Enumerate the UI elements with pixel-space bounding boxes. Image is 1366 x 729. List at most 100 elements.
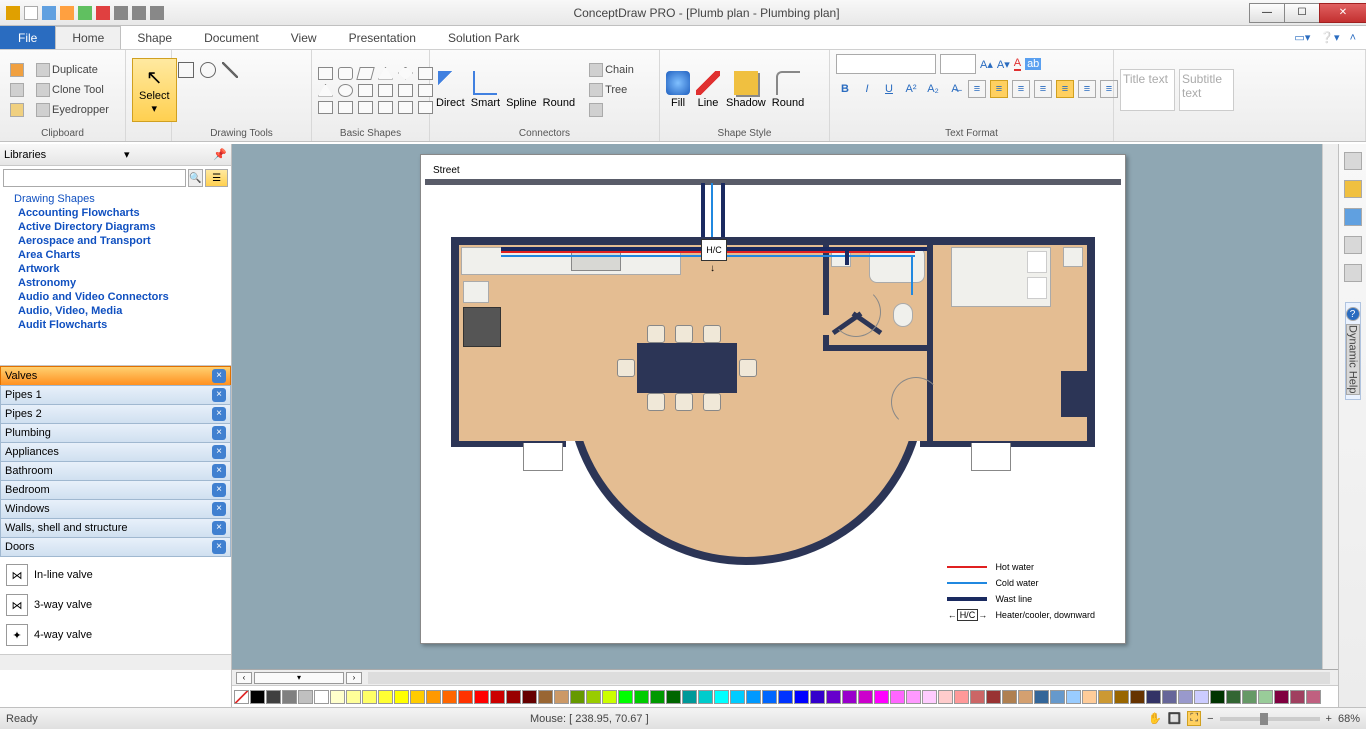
align-center-button[interactable]: ≡	[990, 80, 1008, 98]
tab-presentation[interactable]: Presentation	[333, 26, 432, 49]
color-swatch[interactable]	[1130, 690, 1145, 704]
panel-scrollbar[interactable]	[0, 654, 231, 670]
color-swatch[interactable]	[970, 690, 985, 704]
tool-icon[interactable]	[1344, 180, 1362, 198]
color-swatch[interactable]	[1162, 690, 1177, 704]
shape[interactable]	[358, 101, 373, 114]
highlight-icon[interactable]: ab	[1025, 58, 1041, 70]
tree-item[interactable]: Artwork	[0, 262, 231, 276]
tree-item[interactable]: Active Directory Diagrams	[0, 220, 231, 234]
color-swatch[interactable]	[1306, 690, 1321, 704]
color-swatch[interactable]	[314, 690, 329, 704]
color-swatch[interactable]	[666, 690, 681, 704]
select-button[interactable]: ↖Select▾	[132, 58, 177, 122]
color-swatch[interactable]	[730, 690, 745, 704]
libcat-valves[interactable]: Valves×	[0, 366, 231, 386]
shape[interactable]	[318, 67, 333, 80]
color-swatch[interactable]	[1082, 690, 1097, 704]
color-swatch[interactable]	[650, 690, 665, 704]
libcat-pipes1[interactable]: Pipes 1×	[0, 385, 231, 405]
align-right-button[interactable]: ≡	[1012, 80, 1030, 98]
tool-icon[interactable]	[1344, 152, 1362, 170]
color-swatch[interactable]	[602, 690, 617, 704]
color-swatch[interactable]	[890, 690, 905, 704]
duplicate-button[interactable]: Duplicate	[32, 61, 113, 79]
round-button[interactable]: Round	[543, 71, 575, 109]
color-swatch[interactable]	[330, 690, 345, 704]
tab-document[interactable]: Document	[188, 26, 275, 49]
strike-button[interactable]: A̶	[946, 80, 964, 98]
qat-icon[interactable]	[60, 6, 74, 20]
dynamic-help-tab[interactable]: ? Dynamic Help	[1345, 302, 1361, 400]
color-swatch[interactable]	[858, 690, 873, 704]
color-swatch[interactable]	[1290, 690, 1305, 704]
close-icon[interactable]: ×	[212, 540, 226, 554]
close-icon[interactable]: ×	[212, 521, 226, 535]
lib-item-inline-valve[interactable]: ⋈In-line valve	[0, 560, 231, 590]
libcat-bedroom[interactable]: Bedroom×	[0, 480, 231, 500]
superscript-button[interactable]: A²	[902, 80, 920, 98]
zoom-in-button[interactable]: +	[1326, 713, 1332, 725]
shape[interactable]	[378, 84, 393, 97]
shape[interactable]	[398, 84, 413, 97]
shape[interactable]	[338, 84, 353, 97]
pin-icon[interactable]: 📌	[213, 148, 227, 161]
polyline-tool[interactable]	[288, 62, 304, 78]
clone-button[interactable]: Clone Tool	[32, 81, 113, 99]
smart-button[interactable]: Smart	[471, 71, 500, 109]
color-swatch[interactable]	[954, 690, 969, 704]
color-swatch[interactable]	[762, 690, 777, 704]
close-icon[interactable]: ×	[212, 407, 226, 421]
sheet-dropdown[interactable]: ▾	[254, 672, 344, 684]
grow-font-icon[interactable]: A▴	[980, 58, 993, 71]
color-swatch[interactable]	[1258, 690, 1273, 704]
libcat-appliances[interactable]: Appliances×	[0, 442, 231, 462]
color-swatch[interactable]	[1146, 690, 1161, 704]
bold-button[interactable]: B	[836, 80, 854, 98]
zoom-out-button[interactable]: −	[1207, 713, 1213, 725]
libcat-plumbing[interactable]: Plumbing×	[0, 423, 231, 443]
zoom-region-icon[interactable]: 🔲	[1168, 712, 1182, 725]
color-swatch[interactable]	[922, 690, 937, 704]
qat-icon[interactable]	[78, 6, 92, 20]
color-swatch[interactable]	[714, 690, 729, 704]
tool-icon[interactable]	[1344, 264, 1362, 282]
ellipse-tool[interactable]	[200, 62, 216, 78]
tool[interactable]	[222, 102, 238, 118]
color-swatch[interactable]	[522, 690, 537, 704]
color-swatch[interactable]	[586, 690, 601, 704]
lib-item-3way-valve[interactable]: ⋈3-way valve	[0, 590, 231, 620]
tool[interactable]	[178, 102, 194, 118]
color-swatch[interactable]	[506, 690, 521, 704]
no-fill-swatch[interactable]	[234, 690, 249, 704]
tool[interactable]	[244, 102, 260, 118]
shape[interactable]	[358, 84, 373, 97]
window-icon[interactable]: ▭▾	[1294, 31, 1310, 44]
arrow-tool[interactable]	[266, 62, 282, 78]
shrink-font-icon[interactable]: A▾	[997, 58, 1010, 71]
color-swatch[interactable]	[794, 690, 809, 704]
tree-item[interactable]: Audio, Video, Media	[0, 304, 231, 318]
tool[interactable]	[222, 82, 238, 98]
copy-button[interactable]	[6, 81, 28, 99]
align-left-button[interactable]: ≡	[968, 80, 986, 98]
qat-icon[interactable]	[6, 6, 20, 20]
color-swatch[interactable]	[1274, 690, 1289, 704]
libcat-bathroom[interactable]: Bathroom×	[0, 461, 231, 481]
subscript-button[interactable]: A₂	[924, 80, 942, 98]
tab-shape[interactable]: Shape	[121, 26, 188, 49]
line-tool[interactable]	[222, 62, 238, 78]
file-tab[interactable]: File	[0, 26, 55, 49]
tool[interactable]	[200, 102, 216, 118]
color-swatch[interactable]	[458, 690, 473, 704]
title-text-style[interactable]: Title text	[1120, 69, 1175, 111]
rect-tool[interactable]	[178, 62, 194, 78]
eyedropper-button[interactable]: Eyedropper	[32, 101, 113, 119]
qat-icon[interactable]	[24, 6, 38, 20]
tab-home[interactable]: Home	[55, 26, 121, 49]
color-swatch[interactable]	[1002, 690, 1017, 704]
more-button[interactable]	[585, 101, 638, 119]
color-swatch[interactable]	[634, 690, 649, 704]
tool[interactable]	[178, 82, 194, 98]
color-swatch[interactable]	[1114, 690, 1129, 704]
